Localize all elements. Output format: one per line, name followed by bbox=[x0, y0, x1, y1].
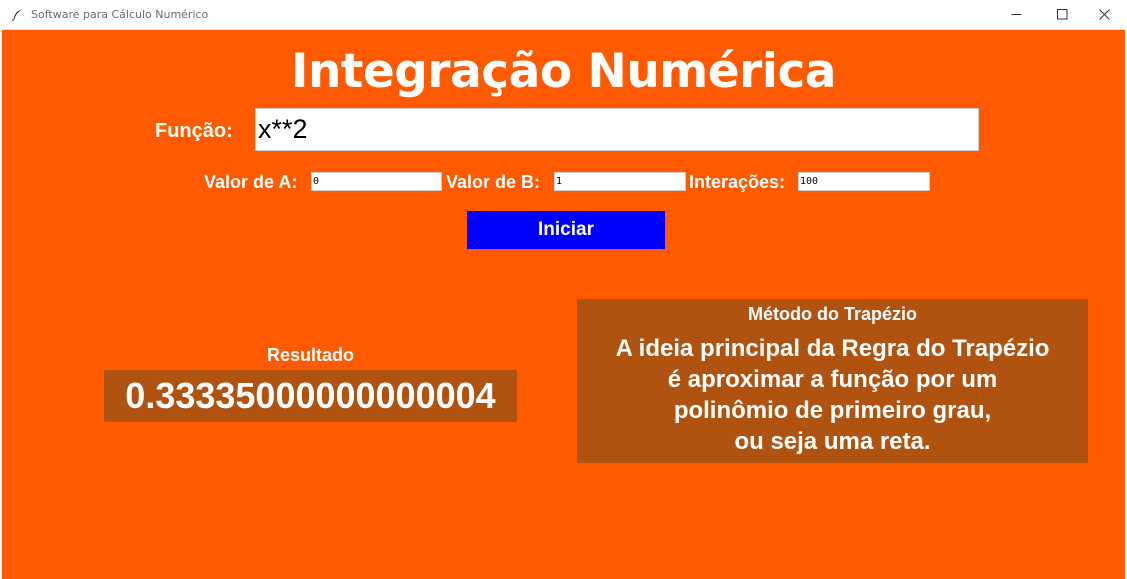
a-value-label: Valor de A: bbox=[204, 172, 298, 192]
maximize-button[interactable] bbox=[1039, 0, 1085, 29]
title-bar[interactable]: Software para Cálculo Numérico bbox=[0, 0, 1127, 30]
app-window: Software para Cálculo Numérico Integraçã… bbox=[0, 0, 1127, 579]
b-value-label: Valor de B: bbox=[446, 172, 541, 192]
maximize-icon bbox=[1056, 9, 1067, 20]
b-value-input[interactable] bbox=[554, 172, 686, 191]
page-title: Integração Numérica bbox=[290, 44, 837, 99]
result-label: Resultado bbox=[266, 345, 354, 365]
function-input[interactable] bbox=[255, 108, 979, 151]
window-title: Software para Cálculo Numérico bbox=[31, 8, 209, 21]
iterations-input[interactable] bbox=[798, 172, 930, 191]
close-icon bbox=[1098, 9, 1110, 20]
method-description-line: A ideia principal da Regra do Trapézio bbox=[615, 335, 1050, 362]
minimize-button[interactable] bbox=[993, 0, 1039, 29]
main-panel: Integração Numérica Função: Valor de A: … bbox=[2, 30, 1125, 579]
method-description-line: polinômio de primeiro grau, bbox=[673, 397, 992, 424]
method-title: Método do Trapézio bbox=[748, 304, 917, 324]
function-label: Função: bbox=[155, 120, 233, 142]
method-panel: Método do Trapézio A ideia principal da … bbox=[577, 299, 1088, 463]
start-button[interactable]: Iniciar bbox=[467, 211, 665, 249]
feather-icon bbox=[12, 9, 22, 22]
method-description-line: é aproximar a função por um bbox=[667, 366, 998, 393]
method-description: A ideia principal da Regra do Trapézio é… bbox=[577, 333, 1088, 457]
method-description-line: ou seja uma reta. bbox=[734, 428, 931, 455]
result-value: 0.33335000000000004 bbox=[104, 370, 517, 422]
close-button[interactable] bbox=[1081, 0, 1127, 29]
minimize-icon bbox=[1011, 14, 1021, 15]
iterations-label: Interações: bbox=[689, 172, 786, 192]
a-value-input[interactable] bbox=[311, 172, 442, 191]
